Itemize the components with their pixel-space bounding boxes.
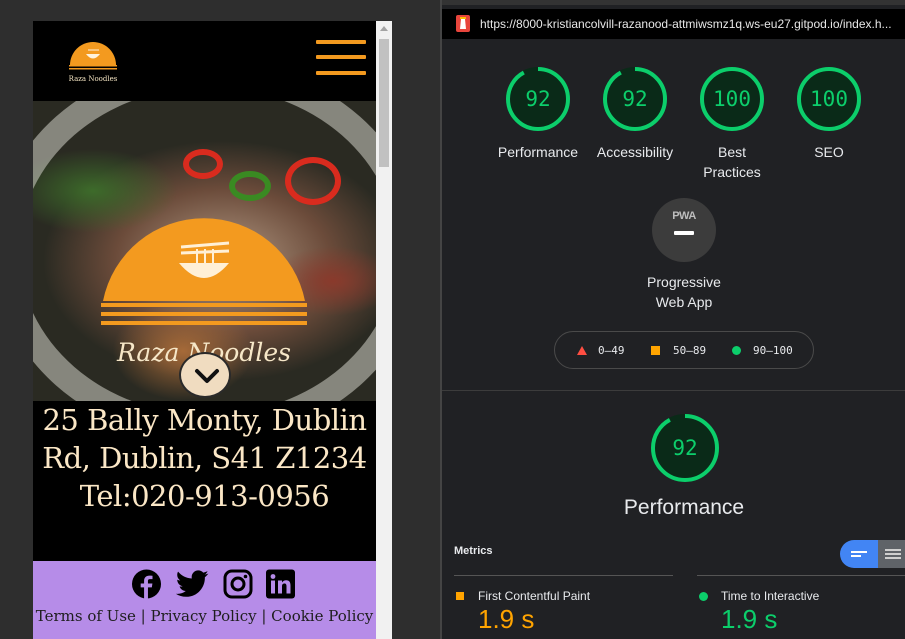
contact-address: 25 Bally Monty, Dublin Rd, Dublin, S41 Z… — [33, 401, 376, 515]
footer-policy-links[interactable]: Terms of Use | Privacy Policy | Cookie P… — [33, 607, 376, 625]
report-url-bar: https://8000-kristiancolvill-razanood-at… — [442, 9, 905, 39]
metrics-view-toggle[interactable] — [840, 540, 905, 568]
list-expanded-icon — [885, 549, 901, 559]
gauge-accessibility[interactable]: 92 — [601, 65, 669, 133]
legend-pass: 90–100 — [753, 344, 793, 357]
metrics-heading: Metrics — [454, 545, 493, 557]
score-value: 92 — [525, 87, 551, 111]
mobile-preview-pane: Raza Noodles Raza Noodles 25 Bally Monty… — [0, 0, 440, 639]
scroll-down-button[interactable] — [179, 352, 231, 398]
fail-triangle-icon — [577, 346, 587, 355]
gauge-performance[interactable]: 92 — [504, 65, 572, 133]
score-legend: 0–49 50–89 90–100 — [554, 331, 814, 369]
expanded-view-button[interactable] — [878, 540, 905, 568]
section-divider — [442, 390, 905, 391]
gauge-best-practices[interactable]: 100 — [698, 65, 766, 133]
score-value: 100 — [713, 87, 751, 111]
twitter-icon[interactable] — [176, 569, 209, 599]
hamburger-menu-button[interactable] — [316, 40, 366, 76]
metric-tti-name: Time to Interactive — [721, 589, 820, 603]
address-line-1: 25 Bally Monty, Dublin — [42, 403, 367, 437]
metric-tti-value: 1.9 s — [721, 604, 778, 634]
average-square-icon — [456, 592, 464, 600]
score-label: SEO — [814, 144, 844, 160]
telephone[interactable]: Tel:020-913-0956 — [33, 477, 376, 515]
metric-fcp-name: First Contentful Paint — [478, 589, 591, 603]
pwa-badge-text: PWA — [672, 210, 696, 222]
lighthouse-report: https://8000-kristiancolvill-razanood-at… — [442, 0, 905, 639]
scroll-thumb[interactable] — [379, 39, 389, 167]
pwa-badge[interactable]: PWA — [652, 198, 716, 262]
legend-average: 50–89 — [673, 344, 707, 357]
gauge-seo[interactable]: 100 — [795, 65, 863, 133]
scroll-up-arrow-icon[interactable] — [380, 26, 388, 31]
report-url[interactable]: https://8000-kristiancolvill-razanood-at… — [480, 17, 892, 31]
performance-score: 92 — [672, 436, 698, 460]
site-logo[interactable]: Raza Noodles — [66, 41, 120, 85]
instagram-icon[interactable] — [223, 569, 253, 599]
screen: Raza Noodles Raza Noodles 25 Bally Monty… — [0, 0, 905, 639]
score-value: 100 — [810, 87, 848, 111]
preview-scrollbar[interactable] — [376, 21, 392, 639]
lighthouse-icon — [456, 15, 470, 32]
chevron-down-icon — [195, 369, 219, 383]
pwa-dash-icon — [674, 231, 694, 235]
site-footer: Terms of Use | Privacy Policy | Cookie P… — [33, 561, 376, 639]
metric-fcp-value: 1.9 s — [478, 604, 535, 634]
linkedin-icon[interactable] — [266, 569, 295, 599]
pass-circle-icon — [732, 346, 741, 355]
mobile-viewport: Raza Noodles Raza Noodles 25 Bally Monty… — [33, 21, 376, 639]
pwa-label: Progressive Web App — [647, 274, 721, 310]
site-logo-text: Raza Noodles — [69, 75, 118, 83]
address-line-2: Rd, Dublin, S41 Z1234 — [42, 441, 367, 475]
performance-title: Performance — [623, 496, 745, 519]
hero-image: Raza Noodles — [33, 101, 376, 401]
site-header: Raza Noodles — [33, 21, 376, 101]
performance-gauge-large[interactable]: 92 — [649, 412, 721, 484]
score-value: 92 — [622, 87, 648, 111]
legend-fail: 0–49 — [598, 344, 625, 357]
pass-circle-icon — [699, 592, 708, 601]
list-compact-icon — [851, 551, 867, 557]
compact-view-button[interactable] — [840, 540, 878, 568]
facebook-icon[interactable] — [131, 569, 162, 599]
average-square-icon — [651, 346, 660, 355]
